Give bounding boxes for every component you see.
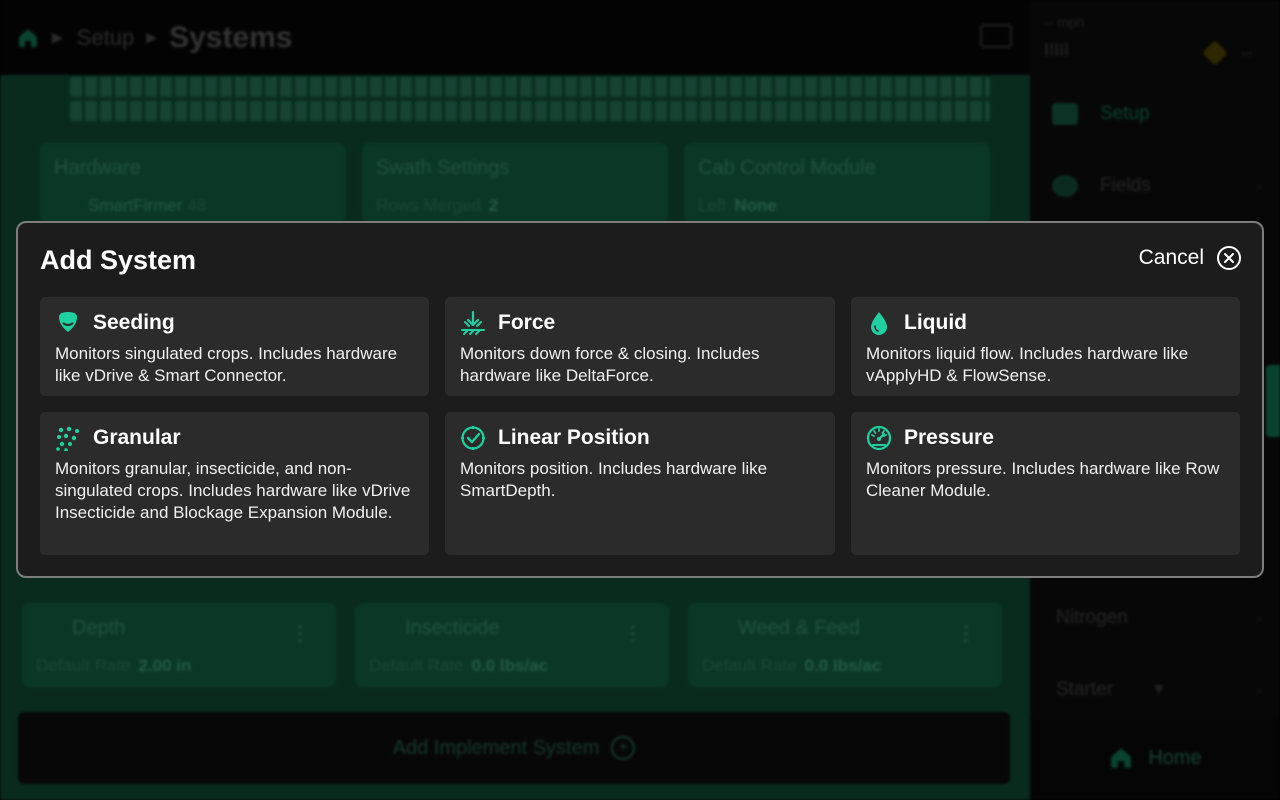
seed-icon bbox=[59, 312, 77, 332]
system-description: Monitors granular, insecticide, and non-… bbox=[55, 459, 411, 522]
system-name: Pressure bbox=[904, 426, 994, 449]
gauge-icon bbox=[866, 425, 892, 451]
system-option-seeding[interactable]: Seeding Monitors singulated crops. Inclu… bbox=[40, 297, 429, 396]
system-option-granular[interactable]: Granular Monitors granular, insecticide,… bbox=[40, 412, 429, 555]
system-description: Monitors liquid flow. Includes hardware … bbox=[866, 344, 1189, 385]
system-name: Liquid bbox=[904, 311, 967, 334]
system-name: Linear Position bbox=[498, 426, 650, 449]
system-option-force[interactable]: Force Monitors down force & closing. Inc… bbox=[445, 297, 835, 396]
system-description: Monitors singulated crops. Includes hard… bbox=[55, 344, 398, 385]
linear-position-icon bbox=[461, 426, 485, 450]
system-option-pressure[interactable]: Pressure Monitors pressure. Includes har… bbox=[851, 412, 1240, 555]
cancel-button[interactable]: Cancel bbox=[1139, 245, 1242, 271]
system-name: Seeding bbox=[93, 311, 175, 334]
system-option-liquid[interactable]: Liquid Monitors liquid flow. Includes ha… bbox=[851, 297, 1240, 396]
system-name: Force bbox=[498, 311, 556, 334]
granules-icon bbox=[56, 426, 79, 451]
system-description: Monitors position. Includes hardware lik… bbox=[460, 459, 768, 500]
force-icon bbox=[461, 310, 485, 335]
close-icon bbox=[1217, 246, 1241, 270]
add-system-dialog: Add System Cancel Seeding Monitors singu… bbox=[16, 221, 1264, 578]
system-option-linear-position[interactable]: Linear Position Monitors position. Inclu… bbox=[445, 412, 835, 555]
system-description: Monitors down force & closing. Includes … bbox=[460, 344, 760, 385]
system-description: Monitors pressure. Includes hardware lik… bbox=[866, 459, 1220, 500]
dialog-title: Add System bbox=[40, 245, 197, 275]
system-name: Granular bbox=[93, 426, 181, 449]
cancel-label: Cancel bbox=[1138, 246, 1204, 269]
droplet-icon bbox=[871, 312, 887, 335]
